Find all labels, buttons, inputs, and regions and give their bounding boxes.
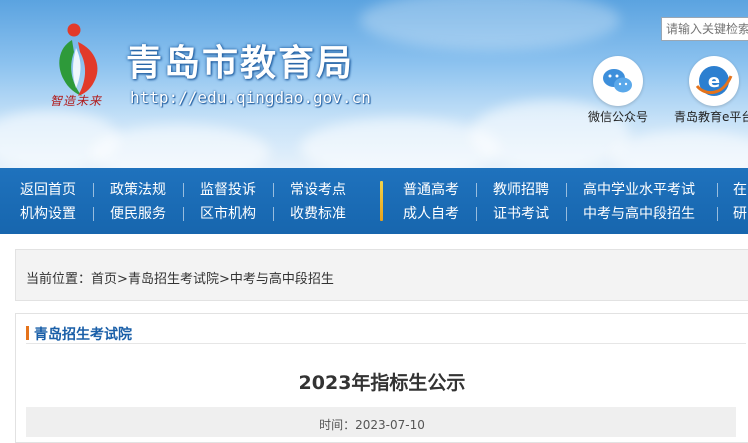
nav-separator <box>566 183 567 197</box>
logo-slogan: 智造未来 <box>50 94 103 108</box>
section-title: 青岛招生考试院 <box>34 327 132 343</box>
bureau-logo-icon <box>59 23 98 96</box>
nav-separator <box>93 207 94 221</box>
e-platform-icon: e <box>688 56 739 106</box>
nav-separator <box>273 207 274 221</box>
nav-separator <box>183 207 184 221</box>
nav-item-services[interactable]: 便民服务 <box>110 204 166 224</box>
nav-separator <box>476 183 477 197</box>
article-meta: 时间：2023-07-10 <box>0 416 744 433</box>
nav-item-certificate-exam[interactable]: 证书考试 <box>493 204 549 224</box>
site-title[interactable]: 青岛市教育局 <box>126 34 354 86</box>
nav-item-proficiency-test[interactable]: 高中学业水平考试 <box>583 180 695 200</box>
breadcrumb-zhongkao-link[interactable]: 中考与高中段招生 <box>230 272 334 287</box>
publish-time-value: 2023-07-10 <box>355 418 425 432</box>
nav-group-divider <box>380 181 383 221</box>
article-title: 2023年指标生公示 <box>298 372 466 394</box>
nav-separator <box>566 207 567 221</box>
site-url[interactable]: http://edu.qingdao.gov.cn <box>130 88 371 107</box>
breadcrumb: 当前位置：首页>青岛招生考试院>中考与高中段招生 <box>26 268 334 287</box>
cloud-decoration <box>610 130 748 168</box>
cloud-decoration <box>300 118 500 168</box>
search-input[interactable] <box>661 17 748 41</box>
nav-item-fees[interactable]: 收费标准 <box>290 204 346 224</box>
wechat-icon <box>593 56 643 106</box>
breadcrumb-home-link[interactable]: 首页 <box>91 272 117 287</box>
publish-time-label: 时间： <box>319 418 356 432</box>
nav-separator <box>273 183 274 197</box>
nav-separator <box>93 183 94 197</box>
nav-separator <box>476 207 477 221</box>
nav-item-district-agencies[interactable]: 区市机构 <box>200 204 256 224</box>
e-platform-label: 青岛教育e平台 <box>674 110 748 124</box>
breadcrumb-exam-institute-link[interactable]: 青岛招生考试院 <box>128 272 219 287</box>
nav-item-organization[interactable]: 机构设置 <box>20 204 76 224</box>
nav-item-overflow-1[interactable]: 在 <box>733 180 747 200</box>
section-divider <box>26 343 746 344</box>
nav-item-policy[interactable]: 政策法规 <box>110 180 166 200</box>
nav-item-home[interactable]: 返回首页 <box>20 180 76 200</box>
nav-item-gaokao[interactable]: 普通高考 <box>403 180 459 200</box>
breadcrumb-separator: > <box>117 272 128 287</box>
svg-text:e: e <box>708 71 720 92</box>
main-nav: 返回首页 政策法规 监督投诉 常设考点 普通高考 教师招聘 高中学业水平考试 在… <box>0 168 748 234</box>
nav-separator <box>717 183 718 197</box>
nav-item-overflow-2[interactable]: 研 <box>733 204 747 224</box>
cloud-decoration <box>360 0 620 50</box>
nav-item-adult-exam[interactable]: 成人自考 <box>403 204 459 224</box>
nav-separator <box>183 183 184 197</box>
nav-item-teacher-recruit[interactable]: 教师招聘 <box>493 180 549 200</box>
breadcrumb-separator: > <box>218 272 230 287</box>
nav-item-exam-sites[interactable]: 常设考点 <box>290 180 346 200</box>
section-accent-bar <box>26 326 29 340</box>
wechat-account-link[interactable]: 微信公众号 <box>588 56 648 125</box>
nav-item-complaints[interactable]: 监督投诉 <box>200 180 256 200</box>
e-platform-link[interactable]: e 青岛教育e平台 <box>674 56 748 125</box>
breadcrumb-prefix: 当前位置： <box>26 272 92 287</box>
wechat-label: 微信公众号 <box>588 110 649 124</box>
nav-separator <box>717 207 718 221</box>
nav-item-zhongkao[interactable]: 中考与高中段招生 <box>583 204 695 224</box>
